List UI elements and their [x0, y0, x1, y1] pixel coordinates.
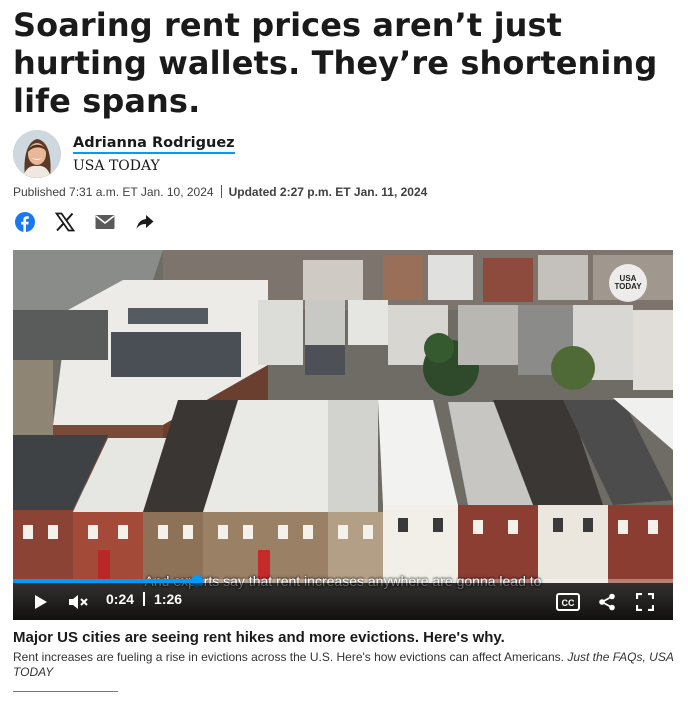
share-nodes-icon	[599, 593, 615, 611]
video-title: Major US cities are seeing rent hikes an…	[13, 629, 505, 646]
video-player[interactable]: USA TODAY And experts say that rent incr…	[13, 250, 673, 620]
date-separator	[220, 185, 222, 198]
fullscreen-button[interactable]	[635, 592, 655, 612]
usa-today-logo: USA TODAY	[609, 264, 647, 302]
facebook-icon	[15, 212, 35, 232]
facebook-share-button[interactable]	[13, 210, 37, 234]
article-headline: Soaring rent prices aren’t just hurting …	[13, 6, 658, 120]
published-date: Published 7:31 a.m. ET Jan. 10, 2024	[13, 185, 214, 199]
play-icon	[35, 595, 47, 609]
video-frame-aerial-rowhouses	[13, 250, 673, 620]
x-share-button[interactable]	[53, 210, 77, 234]
volume-muted-icon	[69, 595, 88, 609]
byline: Adrianna Rodriguez USA TODAY	[13, 130, 513, 178]
video-share-button[interactable]	[597, 592, 617, 612]
email-icon	[95, 215, 115, 229]
author-avatar[interactable]	[13, 130, 61, 178]
article-dates: Published 7:31 a.m. ET Jan. 10, 2024 Upda…	[13, 185, 427, 199]
email-share-button[interactable]	[93, 210, 117, 234]
duration: 1:26	[154, 591, 183, 607]
author-name-link[interactable]: Adrianna Rodriguez	[73, 135, 235, 154]
share-bar	[13, 210, 173, 234]
video-time: 0:24 1:26	[106, 591, 182, 607]
mute-button[interactable]	[67, 592, 91, 612]
logo-line-today: TODAY	[614, 282, 642, 291]
author-photo-icon	[13, 130, 61, 178]
updated-date: Updated 2:27 p.m. ET Jan. 11, 2024	[228, 185, 428, 199]
fullscreen-icon	[636, 593, 654, 611]
video-controls: 0:24 1:26 CC	[13, 583, 673, 620]
closed-captions-button[interactable]: CC	[556, 592, 580, 612]
share-arrow-icon	[136, 215, 154, 229]
video-description: Rent increases are fueling a rise in evi…	[13, 650, 675, 680]
cc-label: CC	[562, 598, 575, 608]
x-icon	[55, 212, 75, 232]
author-organization: USA TODAY	[73, 158, 160, 174]
video-description-text: Rent increases are fueling a rise in evi…	[13, 650, 564, 664]
more-share-button[interactable]	[133, 210, 157, 234]
time-separator	[143, 592, 146, 606]
play-button[interactable]	[31, 592, 51, 612]
closed-captions-icon: CC	[556, 593, 580, 611]
current-time: 0:24	[106, 591, 135, 607]
section-divider	[13, 691, 118, 692]
